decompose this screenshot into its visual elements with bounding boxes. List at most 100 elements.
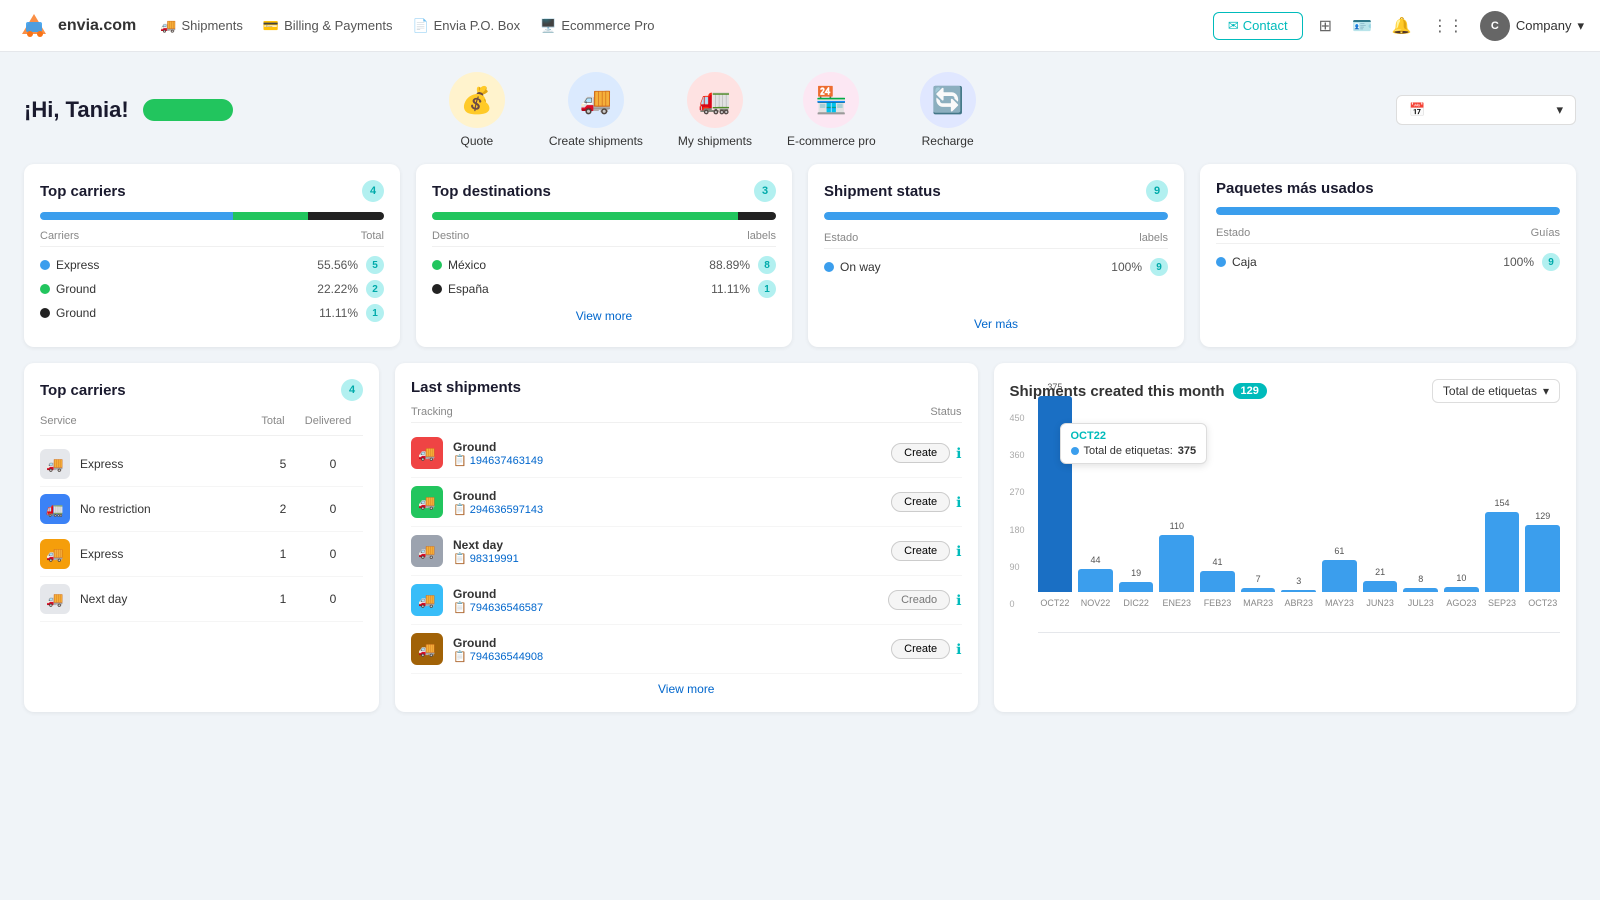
bar-column[interactable]: 21 JUN23 (1363, 581, 1398, 608)
create-shipments-icon: 🚚 (568, 72, 624, 128)
shipment-status-card: Shipment status 9 Estado labels On way 1… (808, 164, 1184, 347)
status-button[interactable]: Create (891, 541, 950, 561)
carrier-icon: 🚚 (411, 535, 443, 567)
shipment-row: 🚚 Ground 📋 294636597143 Create ℹ (411, 478, 962, 527)
bar-column[interactable]: 110 ENE23 (1159, 535, 1194, 608)
info-icon[interactable]: ℹ (956, 494, 961, 511)
destinations-rows: México 88.89%8España 11.11%1 (432, 253, 776, 301)
ecommerce-icon: 🏪 (803, 72, 859, 128)
service-icon: 🚚 (40, 539, 70, 569)
nav-billing[interactable]: 💳 Billing & Payments (263, 18, 393, 34)
logo-text: envia.com (58, 17, 136, 35)
carrier-icon: 🚚 (411, 486, 443, 518)
destinations-table-header: Destino labels (432, 230, 776, 247)
paquetes-header: Paquetes más usados (1216, 180, 1560, 197)
bar: 3 (1281, 590, 1316, 592)
cards-row-1: Top carriers 4 Carriers Total Express 55… (24, 164, 1576, 347)
top-carriers-header: Top carriers 4 (40, 180, 384, 202)
nav-right: ✉ Contact ⊞ 🪪 🔔 ⋮⋮ C Company ▾ (1213, 11, 1584, 41)
service-icon: 🚚 (40, 584, 70, 614)
contact-button[interactable]: ✉ Contact (1213, 12, 1303, 40)
quick-action-create[interactable]: 🚚 Create shipments (549, 72, 643, 148)
bar-column[interactable]: 44 NOV22 (1078, 569, 1113, 608)
second-row: Top carriers 4 Service Total Delivered 🚚… (24, 363, 1576, 712)
nav-billing-icon: 💳 (263, 18, 279, 34)
destination-row: México 88.89%8 (432, 253, 776, 277)
chart-select[interactable]: Total de etiquetas ▾ (1432, 379, 1560, 403)
bar-column[interactable]: 19 DIC22 (1119, 582, 1154, 608)
info-icon[interactable]: ℹ (956, 592, 961, 609)
nav-links: 🚚 Shipments 💳 Billing & Payments 📄 Envia… (160, 18, 654, 34)
bar-column[interactable]: 10 AGO23 (1444, 587, 1479, 608)
paquete-row: Caja 100%9 (1216, 250, 1560, 274)
apps-button[interactable]: ⋮⋮ (1428, 12, 1468, 40)
status-table-header: Estado labels (824, 232, 1168, 249)
bar-column[interactable]: 154 SEP23 (1485, 512, 1520, 608)
date-chevron-icon: ▾ (1556, 102, 1563, 118)
shipment-row: 🚚 Next day 📋 98319991 Create ℹ (411, 527, 962, 576)
bar: 154 (1485, 512, 1520, 592)
bar-column[interactable]: 41 FEB23 (1200, 571, 1235, 608)
info-icon[interactable]: ℹ (956, 445, 961, 462)
quick-action-ecommerce[interactable]: 🏪 E-commerce pro (787, 72, 876, 148)
bar: 44 (1078, 569, 1113, 592)
last-shipments-header: Last shipments (411, 379, 962, 396)
logo[interactable]: envia.com (16, 8, 136, 44)
card-button[interactable]: 🪪 (1348, 12, 1376, 40)
bar-column[interactable]: 7 MAR23 (1241, 588, 1276, 608)
destination-row: España 11.11%1 (432, 277, 776, 301)
bar: 19 (1119, 582, 1154, 592)
bar: 7 (1241, 588, 1276, 592)
destinations-view-more[interactable]: View more (432, 301, 776, 323)
status-rows: On way 100%9 (824, 255, 1168, 279)
status-button[interactable]: Create (891, 443, 950, 463)
bar-column[interactable]: 129 OCT23 (1525, 525, 1560, 608)
info-icon[interactable]: ℹ (956, 543, 961, 560)
top-destinations-header: Top destinations 3 (432, 180, 776, 202)
carriers-table-header: Carriers Total (40, 230, 384, 247)
carrier-row: Ground 22.22%2 (40, 277, 384, 301)
header-row: ¡Hi, Tania! 💰 Quote 🚚 Create shipments 🚛… (24, 72, 1576, 148)
quick-actions: 💰 Quote 🚚 Create shipments 🚛 My shipment… (437, 72, 988, 148)
paquetes-progress (1216, 207, 1560, 215)
quick-action-recharge[interactable]: 🔄 Recharge (908, 72, 988, 148)
status-button[interactable]: Create (891, 492, 950, 512)
service-row: 🚚 Next day 1 0 (40, 577, 363, 622)
status-button[interactable]: Create (891, 639, 950, 659)
nav-ecommerce[interactable]: 🖥️ Ecommerce Pro (540, 18, 654, 34)
nav-pobox[interactable]: 📄 Envia P.O. Box (412, 18, 520, 34)
paquetes-table-header: Estado Guías (1216, 227, 1560, 244)
greeting: ¡Hi, Tania! (24, 97, 129, 123)
status-row: On way 100%9 (824, 255, 1168, 279)
info-icon[interactable]: ℹ (956, 641, 961, 658)
quick-action-my-shipments[interactable]: 🚛 My shipments (675, 72, 755, 148)
chart-tooltip: OCT22 Total de etiquetas: 375 (1060, 423, 1208, 464)
calculator-button[interactable]: ⊞ (1315, 12, 1336, 40)
notification-button[interactable]: 🔔 (1388, 12, 1416, 40)
bar-column[interactable]: 3 ABR23 (1281, 590, 1316, 608)
navbar: envia.com 🚚 Shipments 💳 Billing & Paymen… (0, 0, 1600, 52)
nav-shipments-icon: 🚚 (160, 18, 176, 34)
shipment-row: 🚚 Ground 📋 794636544908 Create ℹ (411, 625, 962, 674)
bar-column[interactable]: 8 JUL23 (1403, 588, 1438, 608)
carrier-icon: 🚚 (411, 437, 443, 469)
destinations-progress (432, 212, 776, 220)
tooltip-dot (1071, 447, 1079, 455)
bar: 41 (1200, 571, 1235, 592)
shipment-row: 🚚 Ground 📋 794636546587 Creado ℹ (411, 576, 962, 625)
date-selector[interactable]: 📅 ▾ (1396, 95, 1576, 125)
shipment-status-header: Shipment status 9 (824, 180, 1168, 202)
company-button[interactable]: C Company ▾ (1480, 11, 1584, 41)
chart-body: 450 360 270 180 90 0 375 OCT22 44 NOV22 … (1010, 413, 1561, 633)
quick-action-quote[interactable]: 💰 Quote (437, 72, 517, 148)
service-icon: 🚛 (40, 494, 70, 524)
bar-column[interactable]: 61 MAY23 (1322, 560, 1357, 608)
nav-pobox-icon: 📄 (412, 18, 428, 34)
carriers-rows-1: Express 55.56%5Ground 22.22%2Ground 11.1… (40, 253, 384, 325)
status-button[interactable]: Creado (888, 590, 950, 610)
chevron-down-icon: ▾ (1577, 18, 1584, 34)
status-view-more[interactable]: Ver más (824, 309, 1168, 331)
shipments-view-more[interactable]: View more (411, 674, 962, 696)
top-carriers-progress (40, 212, 384, 220)
nav-shipments[interactable]: 🚚 Shipments (160, 18, 243, 34)
